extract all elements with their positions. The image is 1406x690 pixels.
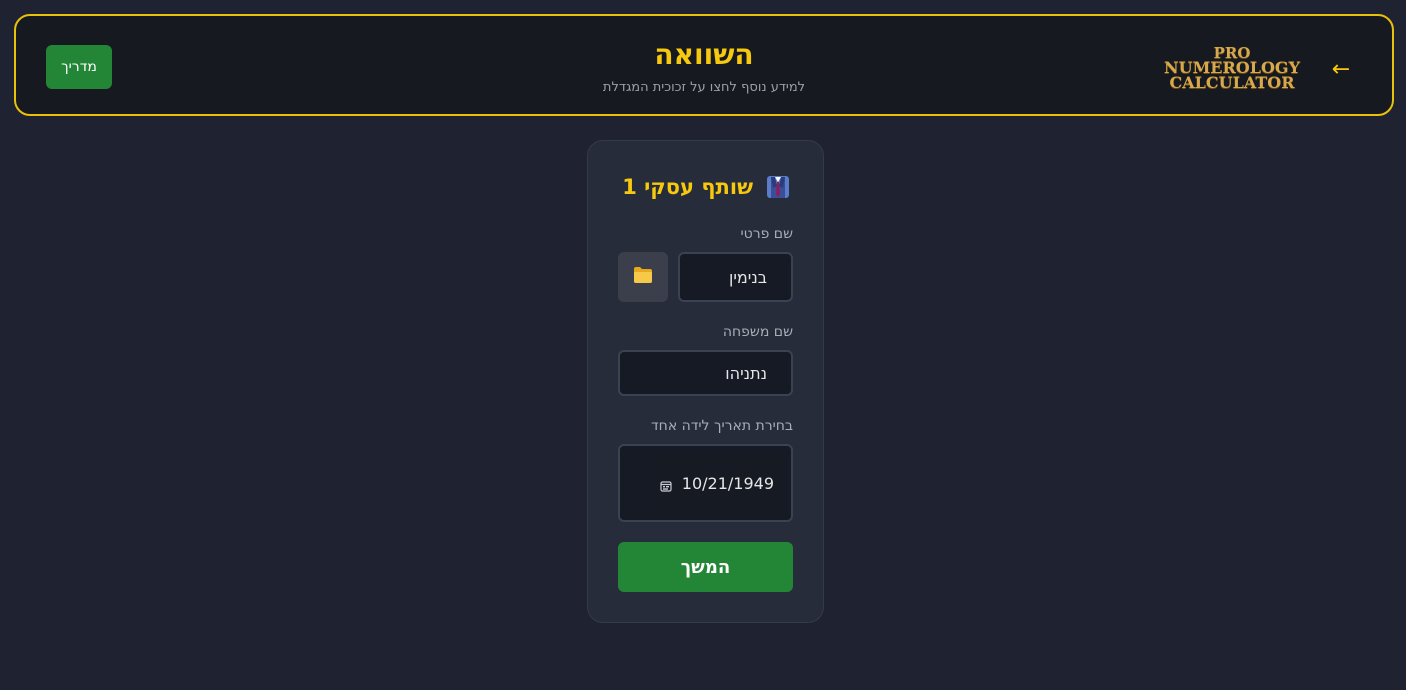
arrow-left-icon[interactable]: ← [1328, 54, 1354, 84]
folder-icon [633, 266, 653, 288]
business-partner-card: שותף עסקי 1 שם פרטי בנימין שם משפחה נתני… [587, 140, 824, 623]
last-name-label: שם משפחה [722, 324, 793, 340]
birth-date-input[interactable]: 10/21/1949 [618, 444, 793, 522]
birth-date-field[interactable]: 10/21/1949 [654, 452, 784, 514]
last-name-value: נתניהו [725, 363, 767, 383]
logo-line-calculator: CALCULATOR [1169, 73, 1295, 93]
continue-button[interactable]: המשך [618, 542, 793, 592]
app-logo[interactable]: PRO NUMEROLOGY CALCULATOR [1164, 41, 1300, 95]
birth-date-value: 10/21/1949 [681, 473, 774, 493]
last-name-input[interactable]: נתניהו [618, 350, 793, 396]
first-name-value: בנימין [728, 267, 767, 287]
folder-button[interactable] [618, 252, 668, 302]
card-title: שותף עסקי 1 [622, 175, 753, 199]
card-title-row: שותף עסקי 1 [622, 174, 791, 200]
calendar-icon[interactable] [660, 477, 672, 492]
business-suit-icon [765, 174, 791, 200]
first-name-label: שם פרטי [740, 226, 793, 242]
first-name-input[interactable]: בנימין [678, 252, 793, 302]
birth-date-label: בחירת תאריך לידה אחד [651, 418, 793, 434]
top-header: מדריך השוואה למידע נוסף לחצו על זכוכית ה… [14, 14, 1394, 116]
